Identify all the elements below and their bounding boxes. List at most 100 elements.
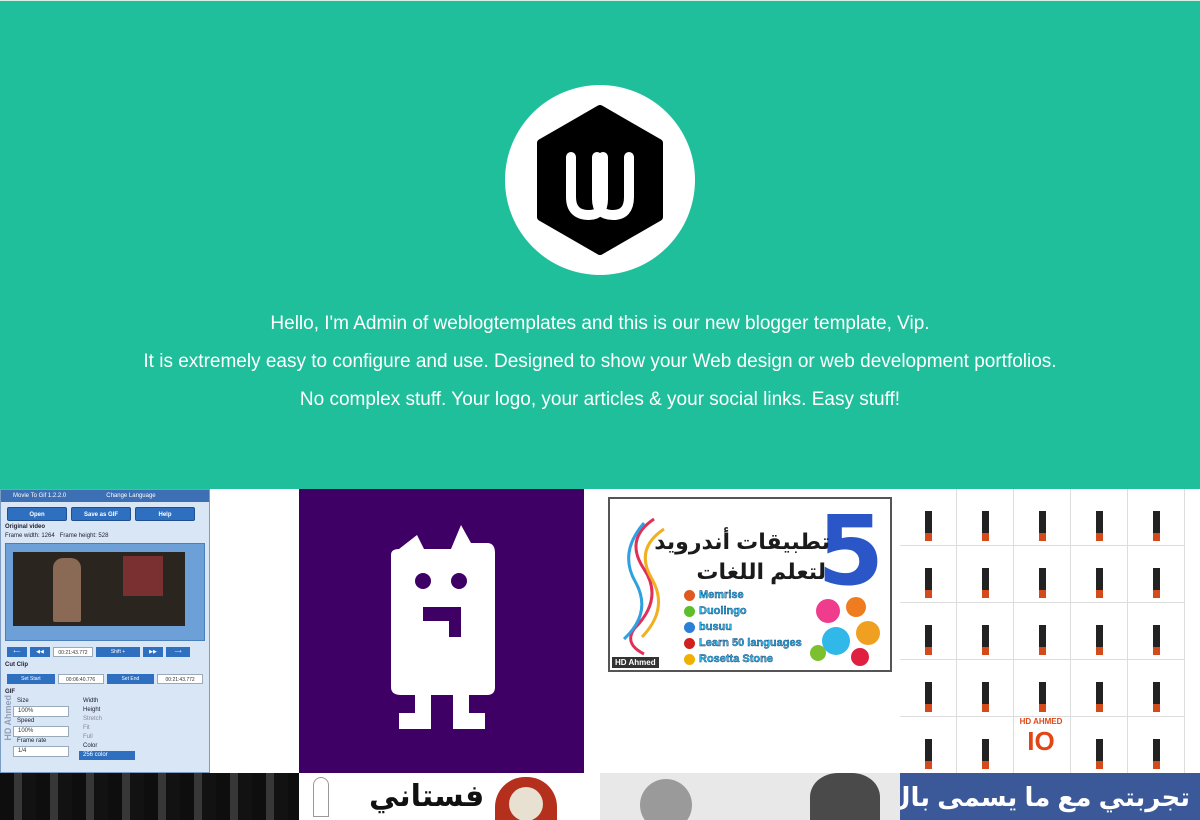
pencil-cell <box>1071 660 1128 717</box>
pencil-cell <box>900 489 957 546</box>
app-item: busuu <box>684 619 802 635</box>
poster-title-line-1: تطبيقات أندرويد <box>654 529 830 554</box>
duolingo-icon <box>684 605 695 617</box>
pencil-icon <box>1096 625 1103 655</box>
stretch-option: Stretch <box>83 716 103 722</box>
pencil-icon <box>1153 682 1160 712</box>
next-icon: ⟶ <box>166 647 190 657</box>
busuu-icon <box>684 621 695 633</box>
poster-credit: HD Ahmed <box>612 657 659 668</box>
start-time-field: 00:06:40.776 <box>57 674 104 684</box>
pencil-icon <box>982 568 989 598</box>
pencil-cell <box>1128 546 1185 603</box>
app-window-title: Movie To Gif 1.2.2.0 <box>13 493 67 499</box>
help-button: Help <box>135 507 195 521</box>
pencil-icon <box>1039 625 1046 655</box>
pencil-icon <box>925 625 932 655</box>
pencil-cell <box>957 717 1014 773</box>
frame-rate-label: Frame rate <box>17 738 47 744</box>
app-item-label: Memrise <box>699 589 744 601</box>
portfolio-item-bw-photo[interactable] <box>600 773 900 820</box>
intro-line-2: It is extremely easy to configure and us… <box>143 351 1057 372</box>
dress-poster-title: فستاني <box>369 780 485 813</box>
app-item: Duolingo <box>684 603 802 619</box>
portfolio-grid: Movie To Gif 1.2.2.0 Change Language Ope… <box>0 489 1200 820</box>
shift-button: Shift + <box>96 647 140 657</box>
portfolio-item-monster[interactable] <box>299 489 584 773</box>
fit-option: Fit <box>83 725 90 731</box>
memrise-icon <box>684 589 695 601</box>
pencil-icon <box>1153 625 1160 655</box>
frame-height-label: Frame height: 528 <box>59 533 109 539</box>
pencil-cell <box>900 660 957 717</box>
video-background-shape <box>123 556 163 596</box>
language-apps-poster: 5 تطبيقات أندرويد لتعلم اللغات Memrise D… <box>608 497 892 672</box>
santa-illustration-icon <box>495 777 557 820</box>
gif-left-settings: Size 100% Speed 100% Frame rate 1/4 <box>13 697 69 760</box>
app-item-label: busuu <box>699 621 732 633</box>
pencil-icon <box>1153 739 1160 769</box>
portfolio-item-language-apps[interactable]: 5 تطبيقات أندرويد لتعلم اللغات Memrise D… <box>600 489 900 773</box>
pencil-cell <box>1071 489 1128 546</box>
pencil-icon <box>982 625 989 655</box>
end-time-field: 00:21:43.772 <box>157 674 203 684</box>
badge-caption: HD AHMED <box>1019 717 1063 726</box>
photo-person-right <box>810 773 880 820</box>
gif-settings: Size 100% Speed 100% Frame rate 1/4 Widt… <box>1 697 209 760</box>
portfolio-item-pencil-art[interactable]: HD AHMED IO <box>900 489 1185 773</box>
pencil-cell <box>957 603 1014 660</box>
playback-controls: ⟵ ◀◀ 00:21:43.772 Shift + ▶▶ ⟶ <box>1 643 209 661</box>
pencil-cell <box>957 489 1014 546</box>
frame-size-label: Frame width: 1264 Frame height: 528 <box>1 532 209 541</box>
pencil-icon <box>1039 568 1046 598</box>
badge-logo-text: IO <box>1027 726 1055 756</box>
portfolio-item-facebook-banner[interactable]: تجربتي مع ما يسمى بال <box>900 773 1200 820</box>
pencil-icon <box>982 511 989 541</box>
monster-illustration <box>391 525 495 729</box>
set-end-button: Set End <box>106 674 155 684</box>
gif-label: GIF <box>5 689 15 695</box>
pencil-cell <box>900 603 957 660</box>
pencil-cell <box>957 660 1014 717</box>
speed-label: Speed <box>17 718 35 724</box>
portfolio-item-dress-poster[interactable]: فستاني <box>299 773 600 820</box>
size-select: 100% <box>13 706 69 717</box>
pencil-icon <box>925 739 932 769</box>
pencil-icon <box>1096 511 1103 541</box>
pencil-cell <box>1071 546 1128 603</box>
pencil-icon <box>1153 568 1160 598</box>
speed-select: 100% <box>13 726 69 737</box>
app-item-label: Learn 50 languages <box>699 637 802 649</box>
forward-icon: ▶▶ <box>143 647 163 657</box>
figure-sketch-icon <box>313 777 329 817</box>
pencil-cell <box>1128 660 1185 717</box>
prev-icon: ⟵ <box>7 647 27 657</box>
rewind-icon: ◀◀ <box>30 647 50 657</box>
video-preview <box>5 543 205 641</box>
pencil-cell <box>1014 660 1071 717</box>
watermark-hd-ahmed: HD Ahmed <box>3 695 13 741</box>
intro-line-3: No complex stuff. Your logo, your articl… <box>299 389 901 410</box>
poster-title-line-2: لتعلم اللغات <box>696 559 826 584</box>
pencil-icon <box>1153 511 1160 541</box>
set-start-button: Set Start <box>7 674 55 684</box>
color-label: Color <box>83 743 98 749</box>
rosetta-stone-icon <box>684 653 695 665</box>
open-button: Open <box>7 507 67 521</box>
pencil-cell <box>1128 489 1185 546</box>
intro-line-1: Hello, I'm Admin of weblogtemplates and … <box>270 313 930 334</box>
original-video-label: Original video <box>5 524 46 530</box>
portfolio-item-dark-photo[interactable] <box>0 773 299 820</box>
portfolio-item-movie-to-gif[interactable]: Movie To Gif 1.2.2.0 Change Language Ope… <box>0 489 210 773</box>
pencil-icon <box>982 682 989 712</box>
pencil-cell <box>1014 603 1071 660</box>
photo-person-left <box>640 779 692 820</box>
site-logo[interactable] <box>505 85 695 275</box>
pencil-icon <box>1096 739 1103 769</box>
pencil-cell <box>900 546 957 603</box>
learn-50-icon <box>684 637 695 649</box>
pencil-icon <box>1096 568 1103 598</box>
hero-header: Hello, I'm Admin of weblogtemplates and … <box>0 0 1200 489</box>
app-item-label: Duolingo <box>699 605 747 617</box>
size-label: Size <box>17 698 29 704</box>
